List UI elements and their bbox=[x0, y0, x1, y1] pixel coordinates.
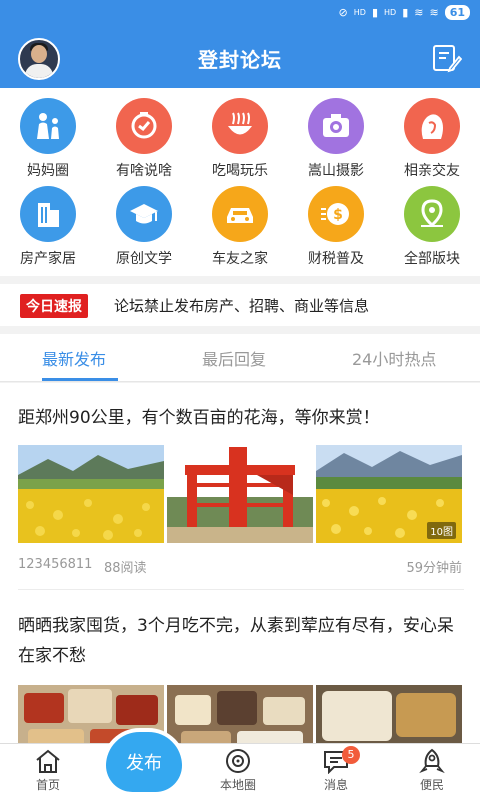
signal-icon: ▮ bbox=[371, 6, 378, 19]
news-tag: 今日速报 bbox=[20, 294, 88, 318]
category-tax[interactable]: $ 财税普及 bbox=[288, 186, 384, 268]
chat-clock-icon bbox=[116, 98, 172, 154]
category-label: 房产家居 bbox=[20, 251, 76, 267]
category-label: 有啥说啥 bbox=[116, 163, 172, 179]
nav-label: 消息 bbox=[323, 778, 348, 792]
noodle-bowl-icon bbox=[212, 98, 268, 154]
post-image[interactable] bbox=[167, 445, 313, 543]
camera-icon bbox=[308, 98, 364, 154]
category-photo[interactable]: 嵩山摄影 bbox=[288, 98, 384, 180]
network-label-1: HD bbox=[353, 7, 366, 17]
coin-icon: $ bbox=[308, 186, 364, 242]
nav-local-circle[interactable]: 本地圈 bbox=[198, 748, 278, 793]
rocket-icon bbox=[419, 748, 445, 774]
tab-latest[interactable]: 最新发布 bbox=[42, 346, 106, 370]
post-author[interactable]: 123456811 bbox=[18, 557, 92, 572]
tab-last-reply[interactable]: 最后回复 bbox=[202, 346, 266, 370]
post-feed: 距郑州90公里，有个数百亩的花海，等你来赏！ 10图 123456811 88阅… bbox=[0, 383, 480, 743]
category-housing[interactable]: 房产家居 bbox=[0, 186, 96, 268]
nav-label: 本地圈 bbox=[219, 778, 256, 792]
home-icon bbox=[36, 749, 60, 773]
post-title[interactable]: 距郑州90公里，有个数百亩的花海，等你来赏！ bbox=[18, 403, 464, 433]
post-reads: 88阅读 bbox=[104, 561, 147, 576]
page-title: 登封论坛 bbox=[198, 48, 282, 72]
nav-label: 便民 bbox=[419, 778, 444, 792]
post-time: 59分钟前 bbox=[406, 561, 462, 576]
post-divider bbox=[18, 589, 464, 590]
category-literature[interactable]: 原创文学 bbox=[96, 186, 192, 268]
category-label: 全部版块 bbox=[404, 251, 460, 267]
post-image[interactable] bbox=[167, 685, 313, 743]
category-label: 车友之家 bbox=[212, 251, 268, 267]
publish-button[interactable]: 发布 bbox=[106, 732, 182, 792]
image-count-badge: 10图 bbox=[427, 522, 456, 539]
category-label: 妈妈圈 bbox=[27, 163, 69, 179]
category-talk[interactable]: 有啥说啥 bbox=[96, 98, 192, 180]
woman-profile-icon bbox=[404, 98, 460, 154]
wifi-icon: ≋ bbox=[414, 6, 424, 19]
news-text: 论坛禁止发布房产、招聘、商业等信息 bbox=[114, 297, 370, 315]
nav-home[interactable]: 首页 bbox=[8, 748, 88, 793]
category-label: 吃喝玩乐 bbox=[212, 163, 268, 179]
building-icon bbox=[20, 186, 76, 242]
category-label: 相亲交友 bbox=[404, 163, 460, 179]
post-image[interactable]: 10图 bbox=[316, 445, 462, 543]
active-tab-indicator bbox=[42, 378, 118, 381]
category-food[interactable]: 吃喝玩乐 bbox=[192, 98, 288, 180]
tab-24h-hot[interactable]: 24小时热点 bbox=[352, 346, 436, 370]
car-icon bbox=[212, 186, 268, 242]
nav-messages[interactable]: 5 消息 bbox=[296, 746, 376, 793]
category-dating[interactable]: 相亲交友 bbox=[384, 98, 480, 180]
post-image[interactable] bbox=[18, 445, 164, 543]
category-mama[interactable]: 妈妈圈 bbox=[0, 98, 96, 180]
svg-text:$: $ bbox=[333, 207, 343, 223]
battery-indicator: 61 bbox=[444, 5, 470, 20]
mute-icon: ⊘ bbox=[338, 6, 348, 19]
nav-services[interactable]: 便民 bbox=[392, 748, 472, 793]
bottom-navigation: 首页 本地圈 5 消息 便民 bbox=[0, 743, 480, 800]
message-count-badge: 5 bbox=[342, 746, 360, 764]
post-image[interactable] bbox=[316, 685, 462, 743]
category-grid: 妈妈圈 有啥说啥 吃喝玩乐 嵩山摄影 相亲交友 房产家居 原创文学 车友之家 $… bbox=[0, 88, 480, 276]
local-circle-icon bbox=[226, 749, 250, 773]
category-label: 财税普及 bbox=[308, 251, 364, 267]
compose-icon[interactable] bbox=[430, 42, 462, 74]
news-ticker[interactable]: 今日速报 论坛禁止发布房产、招聘、商业等信息 bbox=[0, 284, 480, 326]
category-label: 嵩山摄影 bbox=[308, 163, 364, 179]
wifi-icon: ≋ bbox=[429, 6, 439, 19]
category-car[interactable]: 车友之家 bbox=[192, 186, 288, 268]
location-pin-icon bbox=[404, 186, 460, 242]
post-title[interactable]: 晒晒我家囤货，3个月吃不完，从素到荤应有尽有，安心呆在家不愁 bbox=[18, 611, 464, 671]
feed-tabs: 最新发布 最后回复 24小时热点 bbox=[0, 334, 480, 382]
graduation-cap-icon bbox=[116, 186, 172, 242]
category-label: 原创文学 bbox=[116, 251, 172, 267]
header-bar: 登封论坛 bbox=[0, 28, 480, 88]
family-icon bbox=[20, 98, 76, 154]
category-all[interactable]: 全部版块 bbox=[384, 186, 480, 268]
status-bar: ⊘ HD ▮ HD ▮ ≋ ≋ 61 bbox=[0, 0, 480, 28]
signal-icon: ▮ bbox=[402, 6, 409, 19]
network-label-2: HD bbox=[384, 7, 397, 17]
nav-label: 首页 bbox=[35, 778, 60, 792]
